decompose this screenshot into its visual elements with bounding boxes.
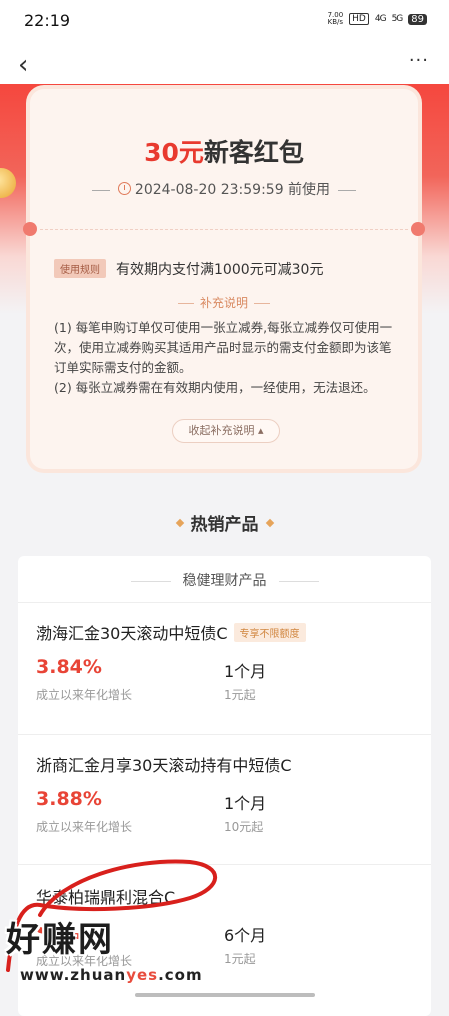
- product-rate: 3.88%: [36, 788, 102, 810]
- product-name: 浙商汇金月享30天滚动持有中短债C: [36, 756, 292, 775]
- product-min-amount: 1元起: [224, 688, 256, 702]
- battery-icon: 89: [408, 13, 427, 25]
- supplement-line-2: (2) 每张立减券需在有效期内使用，一经使用，无法退还。: [54, 380, 376, 395]
- supplement-line-1: (1) 每笔申购订单仅可使用一张立减券,每张立减券仅可使用一次，使用立减券购买其…: [54, 320, 393, 375]
- product-period: 1个月: [224, 662, 267, 681]
- product-item[interactable]: 浙商汇金月享30天滚动持有中短债C 3.88% 成立以来年化增长 1个月 10元…: [18, 736, 431, 866]
- watermark-logo: 好赚网: [6, 920, 114, 960]
- product-rate-label: 成立以来年化增长: [36, 688, 133, 702]
- usage-rule: 使用规则 有效期内支付满1000元可减30元: [54, 259, 323, 279]
- card-notch: [411, 222, 425, 236]
- home-indicator[interactable]: [135, 993, 315, 997]
- rule-tag: 使用规则: [54, 259, 106, 278]
- product-badge: 专享不限额度: [233, 623, 306, 642]
- collapse-supplement-button[interactable]: 收起补充说明 ▴: [172, 419, 280, 443]
- product-name: 华泰柏瑞鼎利混合C: [36, 888, 176, 907]
- diamond-icon: [265, 518, 274, 528]
- card-notch: [23, 222, 37, 236]
- back-icon[interactable]: ‹: [18, 50, 28, 80]
- product-rate: 3.84%: [36, 656, 102, 678]
- hd-icon: HD: [349, 13, 369, 25]
- product-rate-label: 成立以来年化增长: [36, 820, 133, 834]
- product-name: 渤海汇金30天滚动中短债C 专享不限额度: [36, 620, 306, 644]
- status-bar: 22:19 7.00 KB/s HD 4G 5G 89: [0, 0, 449, 42]
- caret-up-icon: ▴: [257, 424, 264, 437]
- more-icon[interactable]: ···: [409, 50, 429, 71]
- product-period: 1个月: [224, 794, 267, 813]
- diamond-icon: [175, 518, 184, 528]
- product-item[interactable]: 渤海汇金30天滚动中短债C 专享不限额度 3.84% 成立以来年化增长 1个月 1…: [18, 604, 431, 734]
- product-min-amount: 1元起: [224, 952, 256, 966]
- coupon-valid-time: 2024-08-20 23:59:59 前使用: [30, 179, 418, 199]
- rule-text: 有效期内支付满1000元可减30元: [116, 262, 324, 278]
- signal-4g-icon: 4G: [374, 14, 387, 24]
- status-icons: 7.00 KB/s HD 4G 5G 89: [328, 12, 427, 26]
- watermark-url: www.zhuanyes.com: [20, 966, 203, 984]
- signal-5g-icon: 5G: [391, 14, 404, 24]
- coupon-title-text: 新客红包: [203, 138, 304, 167]
- clock-icon: [117, 182, 131, 195]
- coupon-amount: 30元: [144, 138, 204, 167]
- product-min-amount: 10元起: [224, 820, 264, 834]
- status-time: 22:19: [24, 11, 71, 30]
- net-speed: 7.00 KB/s: [327, 11, 344, 26]
- card-divider: [40, 229, 408, 230]
- product-period: 6个月: [224, 926, 267, 945]
- supplement-text: (1) 每笔申购订单仅可使用一张立减券,每张立减券仅可使用一次，使用立减券购买其…: [54, 318, 394, 398]
- product-list-header: 稳健理财产品: [18, 570, 431, 590]
- coupon-title: 30元新客红包: [30, 133, 418, 169]
- coupon-card: 30元新客红包 2024-08-20 23:59:59 前使用 使用规则 有效期内…: [23, 89, 425, 469]
- hot-products-heading: 热销产品: [0, 510, 449, 535]
- nav-bar: ‹ ···: [0, 42, 449, 84]
- supplement-title: 补充说明: [30, 294, 418, 311]
